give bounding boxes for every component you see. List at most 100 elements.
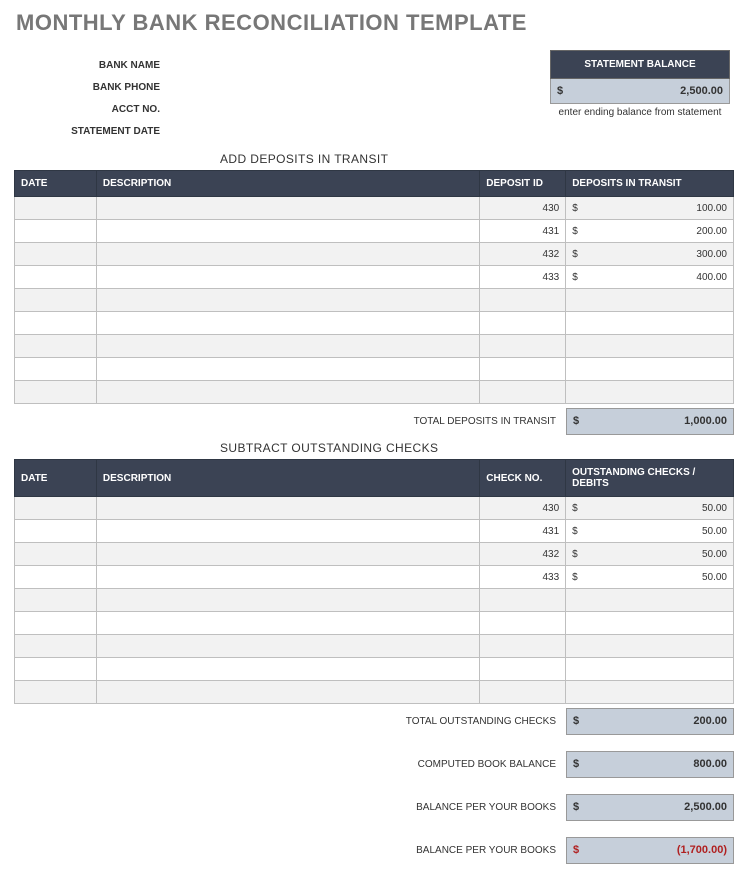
column-header: DESCRIPTION <box>96 171 479 197</box>
cell-description[interactable] <box>96 266 479 289</box>
column-header: OUTSTANDING CHECKS / DEBITS <box>566 460 734 497</box>
statement-balance-header: STATEMENT BALANCE <box>550 50 730 79</box>
table-row: 432$50.00 <box>15 543 734 566</box>
cell-amount[interactable] <box>566 335 734 358</box>
table-row <box>15 312 734 335</box>
cell-id[interactable]: 431 <box>480 520 566 543</box>
checks-total-label: TOTAL OUTSTANDING CHECKS <box>10 708 566 735</box>
cell-id[interactable] <box>480 312 566 335</box>
cell-amount[interactable] <box>566 358 734 381</box>
cell-id[interactable] <box>480 612 566 635</box>
cell-amount[interactable]: $50.00 <box>566 520 734 543</box>
cell-id[interactable] <box>480 681 566 704</box>
cell-amount[interactable]: $300.00 <box>566 243 734 266</box>
cell-amount[interactable]: $50.00 <box>566 497 734 520</box>
cell-date[interactable] <box>15 589 97 612</box>
cell-amount[interactable] <box>566 658 734 681</box>
cell-description[interactable] <box>96 243 479 266</box>
cell-amount[interactable]: $100.00 <box>566 197 734 220</box>
statement-hint: enter ending balance from statement <box>550 107 730 118</box>
cell-date[interactable] <box>15 266 97 289</box>
cell-description[interactable] <box>96 358 479 381</box>
currency-symbol: $ <box>573 715 585 728</box>
cell-date[interactable] <box>15 635 97 658</box>
deposits-table: DATEDESCRIPTIONDEPOSIT IDDEPOSITS IN TRA… <box>14 170 734 404</box>
cell-description[interactable] <box>96 589 479 612</box>
cell-description[interactable] <box>96 635 479 658</box>
cell-description[interactable] <box>96 289 479 312</box>
cell-date[interactable] <box>15 335 97 358</box>
cell-amount[interactable] <box>566 635 734 658</box>
cell-id[interactable]: 431 <box>480 220 566 243</box>
summary-label: COMPUTED BOOK BALANCE <box>10 751 566 778</box>
cell-description[interactable] <box>96 566 479 589</box>
cell-date[interactable] <box>15 358 97 381</box>
cell-amount[interactable] <box>566 589 734 612</box>
cell-id[interactable] <box>480 335 566 358</box>
cell-amount[interactable]: $200.00 <box>566 220 734 243</box>
cell-amount[interactable] <box>566 381 734 404</box>
cell-description[interactable] <box>96 681 479 704</box>
checks-section-title: SUBTRACT OUTSTANDING CHECKS <box>220 441 730 455</box>
cell-amount[interactable] <box>566 612 734 635</box>
summary-value-box: $800.00 <box>566 751 734 778</box>
cell-date[interactable] <box>15 658 97 681</box>
cell-id[interactable] <box>480 658 566 681</box>
summary-label: BALANCE PER YOUR BOOKS <box>10 837 566 864</box>
cell-amount[interactable] <box>566 289 734 312</box>
cell-date[interactable] <box>15 543 97 566</box>
cell-description[interactable] <box>96 520 479 543</box>
cell-date[interactable] <box>15 497 97 520</box>
cell-description[interactable] <box>96 335 479 358</box>
cell-amount[interactable]: $50.00 <box>566 566 734 589</box>
cell-description[interactable] <box>96 197 479 220</box>
cell-id[interactable] <box>480 381 566 404</box>
cell-id[interactable]: 432 <box>480 543 566 566</box>
cell-date[interactable] <box>15 312 97 335</box>
cell-id[interactable]: 432 <box>480 243 566 266</box>
cell-amount[interactable] <box>566 312 734 335</box>
table-row: 431$50.00 <box>15 520 734 543</box>
top-section: BANK NAMEBANK PHONEACCT NO.STATEMENT DAT… <box>10 50 730 144</box>
cell-date[interactable] <box>15 220 97 243</box>
checks-total-value: 200.00 <box>585 715 727 728</box>
cell-amount[interactable]: $400.00 <box>566 266 734 289</box>
deposits-total-row: TOTAL DEPOSITS IN TRANSIT $ 1,000.00 <box>10 408 734 435</box>
statement-balance-value: $ 2,500.00 <box>550 79 730 104</box>
cell-id[interactable] <box>480 589 566 612</box>
summary-value-box: $2,500.00 <box>566 794 734 821</box>
cell-description[interactable] <box>96 381 479 404</box>
checks-total-box: $ 200.00 <box>566 708 734 735</box>
cell-id[interactable] <box>480 635 566 658</box>
cell-id[interactable]: 433 <box>480 266 566 289</box>
cell-date[interactable] <box>15 612 97 635</box>
cell-date[interactable] <box>15 289 97 312</box>
currency-symbol: $ <box>572 249 584 260</box>
amount-value: 300.00 <box>584 249 727 260</box>
cell-date[interactable] <box>15 243 97 266</box>
cell-id[interactable]: 430 <box>480 497 566 520</box>
currency-symbol: $ <box>572 203 584 214</box>
cell-amount[interactable]: $50.00 <box>566 543 734 566</box>
currency-symbol: $ <box>573 801 585 814</box>
cell-date[interactable] <box>15 681 97 704</box>
info-label: BANK PHONE <box>10 78 160 100</box>
cell-date[interactable] <box>15 197 97 220</box>
cell-id[interactable] <box>480 358 566 381</box>
cell-description[interactable] <box>96 658 479 681</box>
info-label: BANK NAME <box>10 56 160 78</box>
cell-description[interactable] <box>96 612 479 635</box>
cell-description[interactable] <box>96 497 479 520</box>
cell-date[interactable] <box>15 566 97 589</box>
cell-id[interactable]: 430 <box>480 197 566 220</box>
amount-value: 100.00 <box>584 203 727 214</box>
cell-description[interactable] <box>96 312 479 335</box>
cell-description[interactable] <box>96 543 479 566</box>
cell-id[interactable] <box>480 289 566 312</box>
cell-date[interactable] <box>15 381 97 404</box>
cell-date[interactable] <box>15 520 97 543</box>
cell-id[interactable]: 433 <box>480 566 566 589</box>
column-header: DATE <box>15 460 97 497</box>
cell-amount[interactable] <box>566 681 734 704</box>
cell-description[interactable] <box>96 220 479 243</box>
